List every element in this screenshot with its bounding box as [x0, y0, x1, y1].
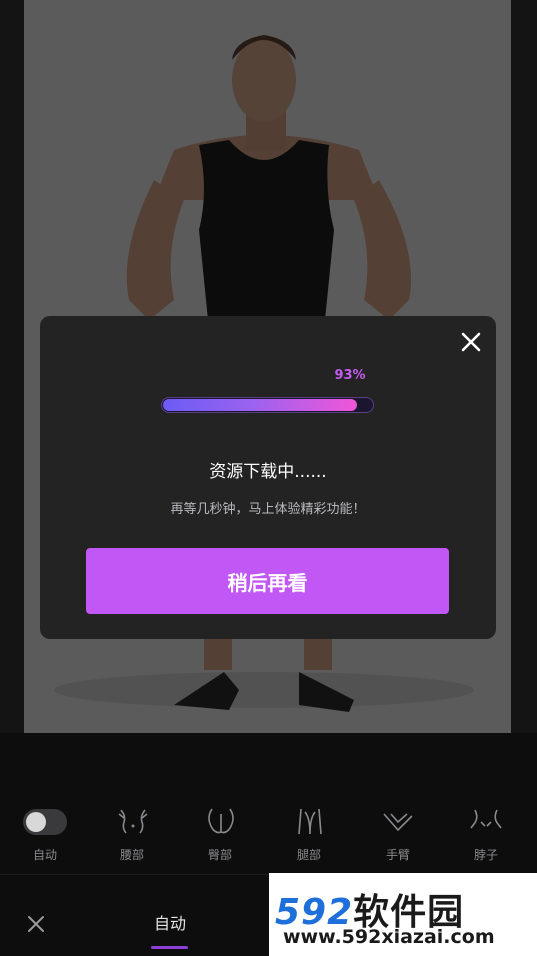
hip-icon[interactable] — [204, 806, 238, 836]
tool-label-arm: 手臂 — [385, 848, 410, 862]
tool-label-leg: 腿部 — [296, 848, 321, 862]
waist-icon[interactable] — [116, 806, 150, 836]
download-progress-bar — [161, 397, 374, 413]
tool-label-waist: 腰部 — [119, 848, 144, 862]
toggle-knob — [26, 812, 46, 832]
arm-icon[interactable] — [381, 806, 415, 836]
dialog-subtitle: 再等几秒钟，马上体验精彩功能！ — [170, 502, 366, 517]
tab-active-indicator — [151, 946, 188, 949]
divider — [0, 874, 270, 875]
dialog-close-button[interactable] — [458, 329, 484, 355]
photo-margin-right — [511, 0, 537, 733]
view-later-button[interactable]: 稍后再看 — [86, 548, 449, 614]
tab-auto[interactable]: 自动 — [140, 910, 200, 934]
auto-toggle[interactable] — [23, 809, 67, 835]
progress-percent: 93% — [334, 368, 366, 383]
progress-fill — [163, 399, 358, 411]
photo-margin-left — [0, 0, 24, 733]
exit-close-icon[interactable] — [24, 912, 48, 936]
leg-icon[interactable] — [293, 806, 327, 836]
tool-label-auto: 自动 — [32, 848, 57, 862]
tool-label-hip: 臀部 — [207, 848, 232, 862]
watermark-url: www.592xiazai.com — [283, 926, 495, 948]
neck-icon[interactable] — [469, 806, 503, 836]
close-icon — [461, 332, 481, 352]
dialog-title: 资源下载中...... — [209, 462, 327, 482]
tool-label-neck: 脖子 — [473, 848, 498, 862]
